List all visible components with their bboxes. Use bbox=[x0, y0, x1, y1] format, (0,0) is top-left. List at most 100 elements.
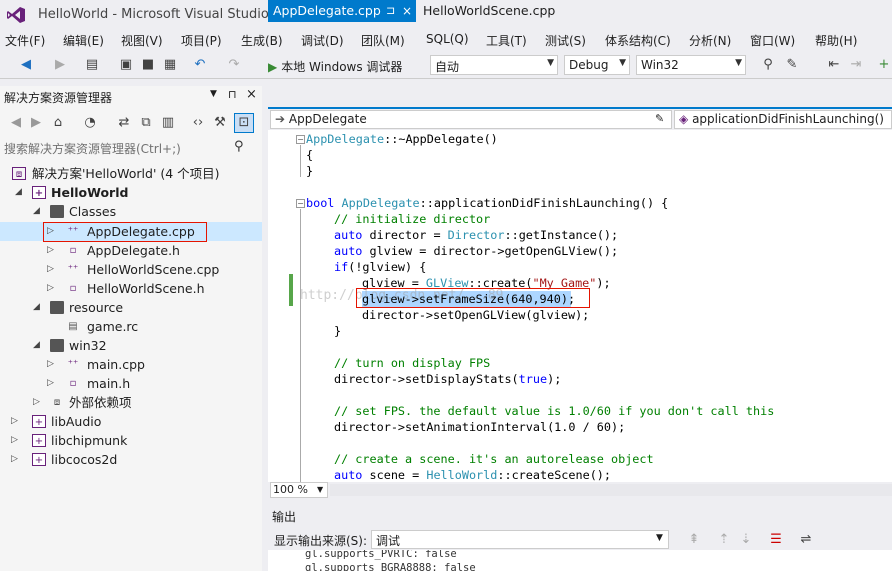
tree-item-libaudio[interactable]: ▷ + libAudio bbox=[0, 412, 262, 431]
expanded-arrow-icon[interactable]: ◢ bbox=[15, 183, 25, 202]
menu-test[interactable]: 测试(S) bbox=[545, 32, 586, 49]
collapsed-arrow-icon[interactable]: ▷ bbox=[11, 431, 21, 450]
tree-item-libchipmunk[interactable]: ▷ + libchipmunk bbox=[0, 431, 262, 450]
solution-platform-dropdown[interactable]: Win32 ▼ bbox=[636, 55, 746, 75]
redo-icon[interactable]: ↷ bbox=[226, 57, 242, 73]
tree-item-appdelegate-h[interactable]: ▷ ▫ AppDelegate.h bbox=[0, 241, 262, 260]
start-debugging-button[interactable]: ▶ 本地 Windows 调试器 bbox=[268, 55, 402, 75]
output-text-area[interactable]: gl.supports_PVRTC: false gl.supports_BGR… bbox=[268, 550, 892, 571]
collapse-all-icon[interactable]: ⧉ bbox=[138, 115, 154, 131]
tree-item-helloworldscene-cpp[interactable]: ▷ ⁺⁺ HelloWorldScene.cpp bbox=[0, 260, 262, 279]
collapsed-arrow-icon[interactable]: ▷ bbox=[47, 279, 57, 298]
menu-debug[interactable]: 调试(D) bbox=[301, 32, 344, 49]
zoom-dropdown[interactable]: 100 % ▼ bbox=[270, 482, 328, 498]
collapsed-arrow-icon[interactable]: ▷ bbox=[47, 260, 57, 279]
tree-item-solution[interactable]: ⧈ 解决方案'HelloWorld' (4 个项目) bbox=[0, 164, 262, 183]
close-icon[interactable]: × bbox=[402, 0, 412, 22]
external-dependencies-icon: ⧈ bbox=[53, 397, 61, 408]
pin-icon[interactable]: ⊓ bbox=[228, 88, 237, 101]
collapsed-arrow-icon[interactable]: ▷ bbox=[47, 374, 57, 393]
undo-icon[interactable]: ↶ bbox=[192, 57, 208, 73]
tree-item-helloworld[interactable]: ◢ + HelloWorld bbox=[0, 183, 262, 202]
find-message-icon[interactable]: ⇞ bbox=[686, 532, 702, 548]
tree-item-libcocos2d[interactable]: ▷ + libcocos2d bbox=[0, 450, 262, 469]
code-line: { bbox=[306, 147, 313, 163]
menu-tools[interactable]: 工具(T) bbox=[486, 32, 527, 49]
code-comment: // set FPS. the default value is 1.0/60 … bbox=[334, 404, 775, 418]
code-token: bool bbox=[306, 196, 335, 210]
menu-build[interactable]: 生成(B) bbox=[241, 32, 283, 49]
scope-dropdown[interactable]: ➔ AppDelegate ✎ bbox=[270, 110, 672, 129]
outdent-icon[interactable]: ⇤ bbox=[826, 57, 842, 73]
tab-appdelegate-cpp[interactable]: AppDelegate.cpp ⊐ × bbox=[268, 0, 416, 22]
indent-icon[interactable]: ⇥ bbox=[848, 57, 864, 73]
back-icon[interactable]: ◀ bbox=[18, 57, 34, 73]
history-icon[interactable]: ◔ bbox=[82, 115, 98, 131]
collapsed-arrow-icon[interactable]: ▷ bbox=[47, 241, 57, 260]
next-message-icon[interactable]: ⇣ bbox=[738, 532, 754, 548]
solution-config-auto-dropdown[interactable]: 自动 ▼ bbox=[430, 55, 558, 75]
tree-item-external-deps[interactable]: ▷ ⧈ 外部依赖项 bbox=[0, 393, 262, 412]
tree-item-resource[interactable]: ◢ resource bbox=[0, 298, 262, 317]
prev-message-icon[interactable]: ⇡ bbox=[716, 532, 732, 548]
filter-folder-icon bbox=[50, 205, 64, 218]
solution-configuration-dropdown[interactable]: Debug ▼ bbox=[564, 55, 630, 75]
menu-view[interactable]: 视图(V) bbox=[121, 32, 163, 49]
menu-help[interactable]: 帮助(H) bbox=[815, 32, 857, 49]
tree-item-helloworldscene-h[interactable]: ▷ ▫ HelloWorldScene.h bbox=[0, 279, 262, 298]
tree-label: HelloWorldScene.cpp bbox=[87, 262, 220, 277]
forward-icon[interactable]: ▶ bbox=[52, 57, 68, 73]
horizontal-scrollbar[interactable] bbox=[330, 484, 892, 496]
back-icon[interactable]: ◀ bbox=[8, 115, 24, 131]
chevron-down-icon[interactable]: ▼ bbox=[210, 89, 217, 99]
menu-architecture[interactable]: 体系结构(C) bbox=[605, 32, 671, 49]
collapse-icon[interactable]: − bbox=[296, 135, 305, 144]
output-source-dropdown[interactable]: 调试 ▼ bbox=[371, 530, 669, 549]
attach-icon[interactable]: ⚲ bbox=[760, 57, 776, 73]
collapsed-arrow-icon[interactable]: ▷ bbox=[11, 450, 21, 469]
menu-file[interactable]: 文件(F) bbox=[5, 32, 45, 49]
menu-analyze[interactable]: 分析(N) bbox=[689, 32, 731, 49]
collapsed-arrow-icon[interactable]: ▷ bbox=[47, 355, 57, 374]
pin-icon[interactable]: ⊐ bbox=[386, 0, 395, 22]
cpp-project-icon: + bbox=[32, 186, 46, 199]
expanded-arrow-icon[interactable]: ◢ bbox=[33, 202, 43, 221]
close-icon[interactable]: × bbox=[246, 87, 257, 102]
add-icon[interactable]: + bbox=[876, 57, 892, 73]
expanded-arrow-icon[interactable]: ◢ bbox=[33, 336, 43, 355]
collapse-icon[interactable]: − bbox=[296, 199, 305, 208]
tree-item-game-rc[interactable]: ▤ game.rc bbox=[0, 317, 262, 336]
menu-sql[interactable]: SQL(Q) bbox=[426, 32, 469, 46]
clear-all-icon[interactable]: ☰ bbox=[768, 532, 784, 548]
preview-selected-icon[interactable]: ⊡ bbox=[234, 113, 254, 133]
menu-window[interactable]: 窗口(W) bbox=[750, 32, 795, 49]
collapsed-arrow-icon[interactable]: ▷ bbox=[33, 393, 43, 412]
sync-icon[interactable]: ⇄ bbox=[116, 115, 132, 131]
new-project-icon[interactable]: ▤ bbox=[84, 57, 100, 73]
menu-edit[interactable]: 编辑(E) bbox=[63, 32, 104, 49]
collapsed-arrow-icon[interactable]: ▷ bbox=[11, 412, 21, 431]
save-all-icon[interactable]: ▦ bbox=[162, 57, 178, 73]
view-code-icon[interactable]: ‹› bbox=[190, 115, 206, 131]
home-icon[interactable]: ⌂ bbox=[50, 115, 66, 131]
tab-helloworldscene-cpp[interactable]: HelloWorldScene.cpp bbox=[418, 0, 560, 22]
solution-explorer-search[interactable]: 搜索解决方案资源管理器(Ctrl+;) ⚲ bbox=[0, 138, 262, 158]
save-icon[interactable]: ■ bbox=[140, 57, 156, 73]
tree-item-main-h[interactable]: ▷ ▫ main.h bbox=[0, 374, 262, 393]
show-all-files-icon[interactable]: ▥ bbox=[160, 115, 176, 131]
member-dropdown[interactable]: ◈ applicationDidFinishLaunching() bbox=[674, 110, 892, 129]
toggle-word-wrap-icon[interactable]: ⇌ bbox=[798, 532, 814, 548]
open-file-icon[interactable]: ▣ bbox=[118, 57, 134, 73]
wrench-icon[interactable]: ⚒ bbox=[212, 115, 228, 131]
wrench-icon[interactable]: ✎ bbox=[784, 57, 800, 73]
menu-team[interactable]: 团队(M) bbox=[361, 32, 405, 49]
tree-item-classes[interactable]: ◢ Classes bbox=[0, 202, 262, 221]
wrench-icon: ✎ bbox=[655, 112, 665, 125]
output-line: gl.supports_BGRA8888: false bbox=[305, 562, 476, 571]
code-line: bool AppDelegate::applicationDidFinishLa… bbox=[306, 195, 668, 211]
expanded-arrow-icon[interactable]: ◢ bbox=[33, 298, 43, 317]
tree-item-main-cpp[interactable]: ▷ ⁺⁺ main.cpp bbox=[0, 355, 262, 374]
forward-icon[interactable]: ▶ bbox=[28, 115, 44, 131]
tree-item-win32[interactable]: ◢ win32 bbox=[0, 336, 262, 355]
menu-project[interactable]: 项目(P) bbox=[181, 32, 222, 49]
